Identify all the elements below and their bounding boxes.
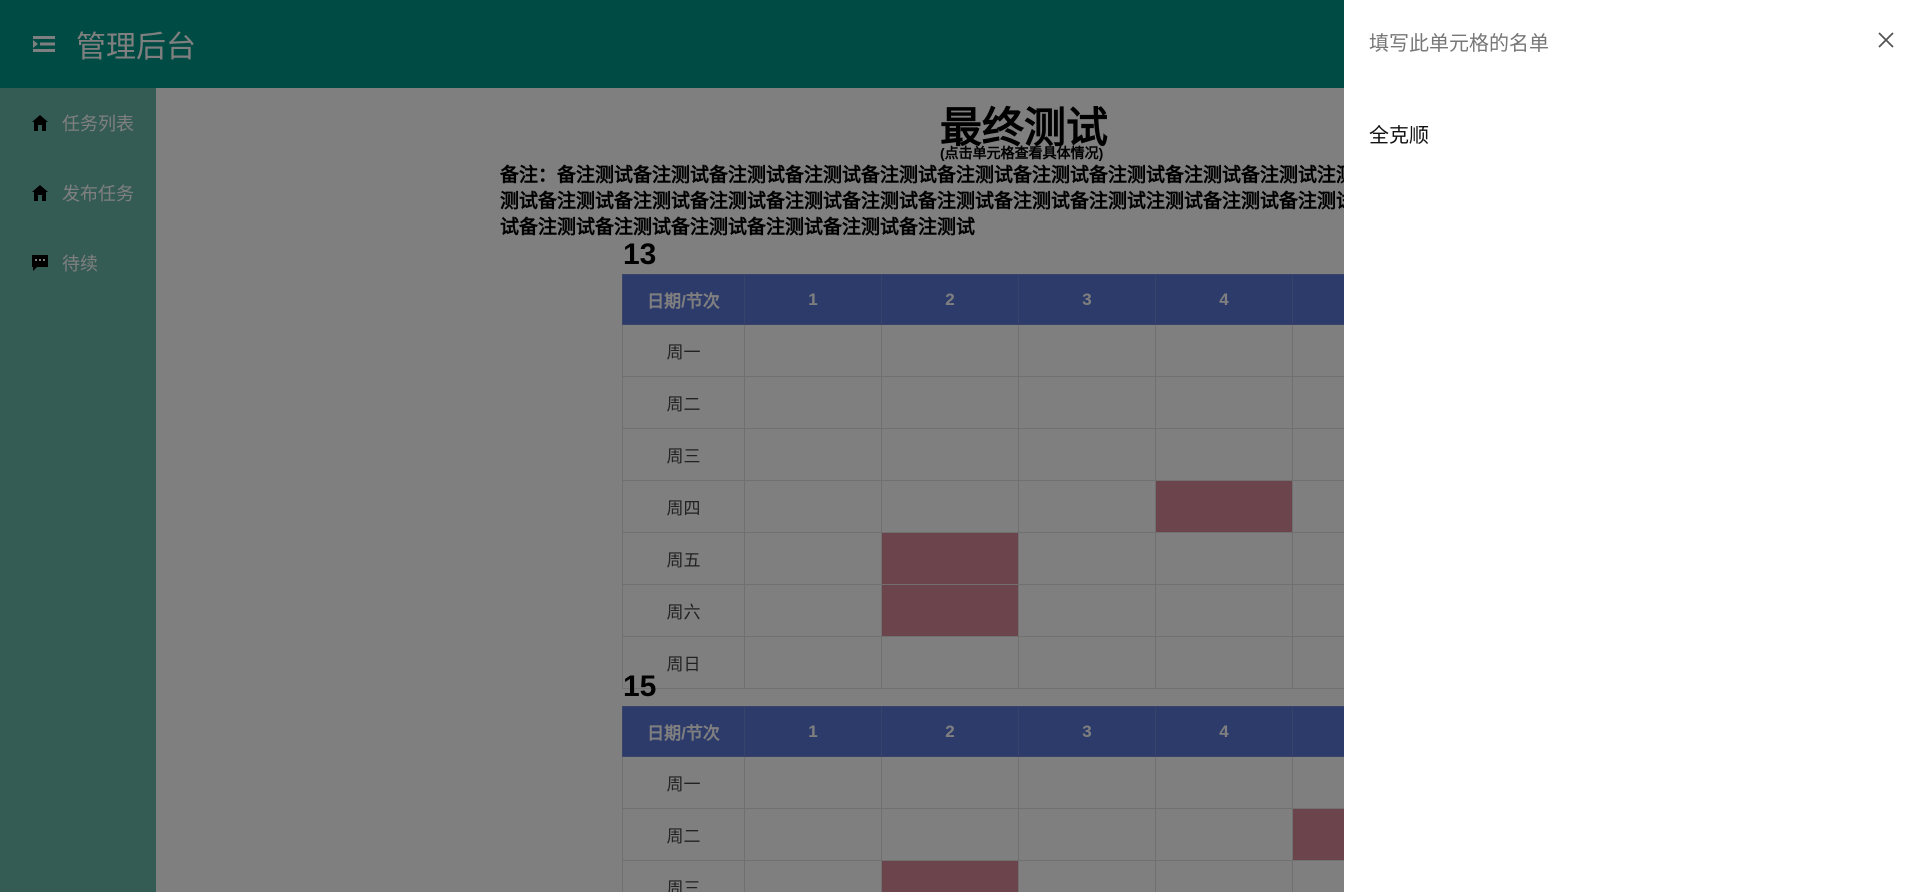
modal-overlay[interactable] xyxy=(0,0,1344,892)
drawer-title: 填写此单元格的名单 xyxy=(1369,33,1549,55)
drawer-panel: 填写此单元格的名单 全克顺 xyxy=(1344,0,1920,892)
name-item: 全克顺 xyxy=(1369,125,1429,147)
close-icon xyxy=(1878,32,1894,48)
drawer-name-list: 全克顺 xyxy=(1369,119,1429,148)
close-button[interactable] xyxy=(1872,26,1900,54)
